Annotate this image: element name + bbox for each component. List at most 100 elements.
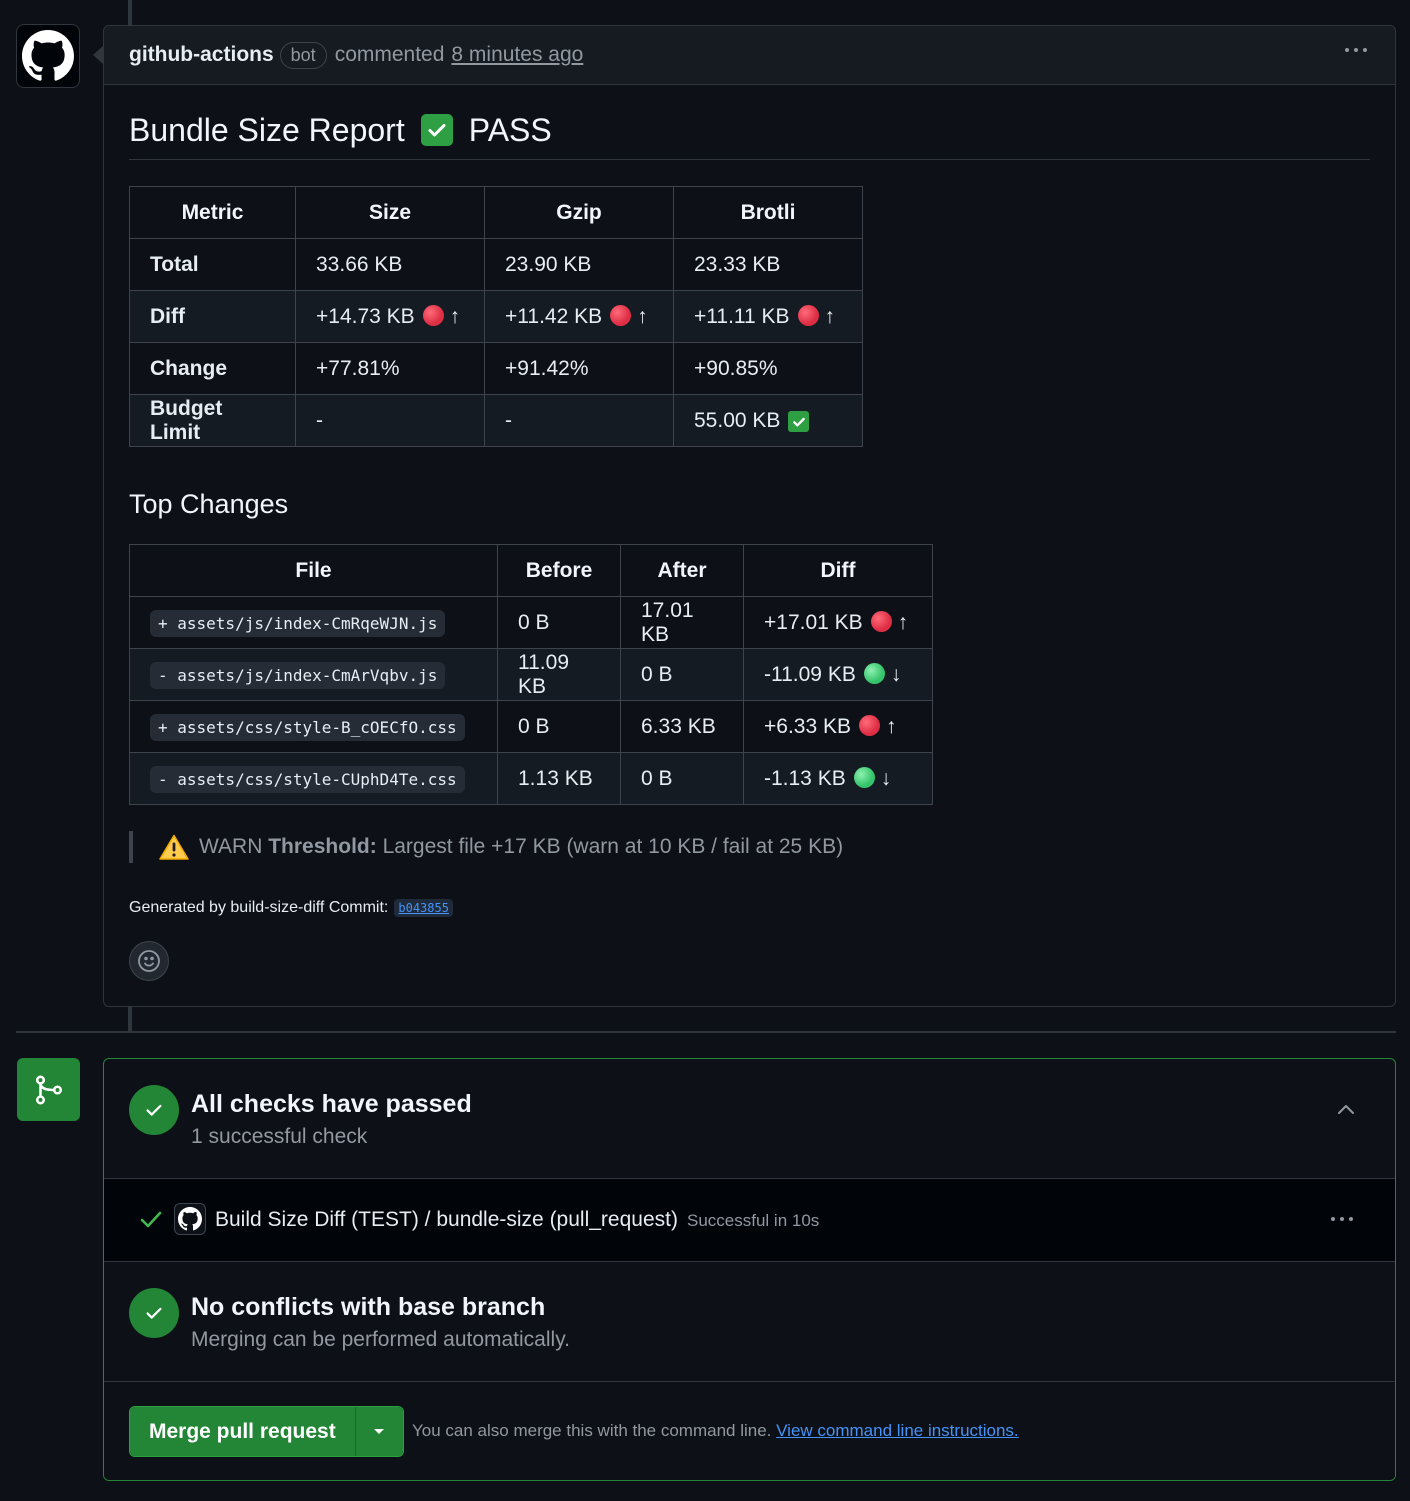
file-path: + assets/css/style-B_cOECfO.css (150, 713, 465, 741)
metric-value-text: 55.00 KB (694, 408, 781, 432)
arrow-down-icon: ↓ (880, 766, 892, 790)
check-mark-icon (788, 411, 810, 432)
command-line-instructions-link[interactable]: View command line instructions. (776, 1421, 1019, 1440)
check-icon (140, 1211, 162, 1228)
comment-author[interactable]: github-actions (129, 43, 274, 67)
checks-title: All checks have passed (191, 1090, 472, 1118)
column-header: Diff (743, 544, 933, 597)
check-mark-icon (420, 114, 453, 146)
avatar[interactable] (16, 24, 80, 88)
report-title: Bundle Size Report PASS (129, 111, 1370, 160)
caret-down-icon (374, 1428, 385, 1434)
green-circle-icon (853, 766, 875, 788)
comment-body: Bundle Size Report PASS Metric Size Gzip… (104, 85, 1395, 981)
metric-value: 55.00 KB (673, 394, 863, 447)
metric-name: Diff (129, 290, 296, 343)
check-menu-button[interactable] (1331, 1217, 1353, 1221)
conflicts-subtitle: Merging can be performed automatically. (191, 1328, 570, 1351)
metric-value-text: +11.11 KB (694, 304, 790, 328)
files-table: File Before After Diff + assets/js/index… (129, 544, 933, 805)
column-header: Size (295, 186, 485, 239)
file-cell: + assets/css/style-B_cOECfO.css (129, 700, 498, 753)
metric-value: +14.73 KB ↑ (295, 290, 485, 343)
file-path: - assets/css/style-CUphD4Te.css (150, 765, 465, 793)
arrow-down-icon: ↓ (890, 662, 902, 686)
report-status: PASS (468, 111, 552, 148)
chevron-up-icon[interactable] (1337, 1103, 1355, 1115)
arrow-up-icon: ↑ (449, 304, 461, 328)
column-header: Before (497, 544, 621, 597)
commit-sha-link[interactable]: b043855 (394, 899, 453, 917)
comment: github-actions bot commented 8 minutes a… (103, 25, 1396, 1007)
arrow-up-icon: ↑ (824, 304, 836, 328)
warning-text: Largest file +17 KB (warn at 10 KB / fai… (382, 835, 844, 858)
conflicts-section: No conflicts with base branch Merging ca… (104, 1262, 1395, 1382)
column-header: Gzip (484, 186, 674, 239)
checks-subtitle: 1 successful check (191, 1125, 368, 1148)
table-row: + assets/js/index-CmRqeWJN.js 0 B 17.01 … (129, 596, 933, 649)
table-row: Diff +14.73 KB ↑ +11.42 KB ↑ +11.11 KB ↑ (129, 290, 863, 343)
warning-label: Threshold: (268, 835, 377, 858)
after-value: 0 B (620, 648, 744, 701)
comment-pointer (93, 46, 103, 64)
metric-value: +77.81% (295, 342, 485, 395)
file-cell: - assets/css/style-CUphD4Te.css (129, 752, 498, 805)
metric-value-text: +11.42 KB (505, 304, 603, 328)
check-run-row[interactable]: Build Size Diff (TEST) / bundle-size (pu… (104, 1179, 1395, 1262)
github-icon (22, 30, 74, 81)
before-value: 11.09 KB (497, 648, 621, 701)
after-value: 0 B (620, 752, 744, 805)
file-cell: - assets/js/index-CmArVqbv.js (129, 648, 498, 701)
diff-value: +17.01 KB ↑ (743, 596, 933, 649)
metric-value: +11.11 KB ↑ (673, 290, 863, 343)
diff-value-text: -11.09 KB (764, 662, 856, 686)
check-circle-icon (129, 1288, 179, 1338)
checks-summary[interactable]: All checks have passed 1 successful chec… (104, 1059, 1395, 1179)
after-value: 17.01 KB (620, 596, 744, 649)
metric-name: Change (129, 342, 296, 395)
merge-hint: You can also merge this with the command… (412, 1421, 1019, 1441)
arrow-up-icon: ↑ (637, 304, 648, 328)
check-name[interactable]: Build Size Diff (TEST) / bundle-size (pu… (215, 1208, 678, 1232)
file-path: + assets/js/index-CmRqeWJN.js (150, 609, 446, 637)
timeline-line (128, 1007, 132, 1031)
green-circle-icon (863, 662, 885, 684)
merge-button-group: Merge pull request (129, 1406, 404, 1457)
arrow-up-icon: ↑ (885, 714, 897, 738)
comment-time-link[interactable]: 8 minutes ago (451, 43, 583, 67)
metric-value: +91.42% (484, 342, 674, 395)
conflicts-title: No conflicts with base branch (191, 1293, 546, 1321)
metric-name: Budget Limit (129, 394, 296, 447)
red-circle-icon (870, 610, 892, 632)
before-value: 1.13 KB (497, 752, 621, 805)
diff-value-text: +6.33 KB (764, 714, 851, 738)
generated-footer: Generated by build-size-diff Commit: b04… (129, 899, 1370, 917)
metric-value: - (295, 394, 485, 447)
warning-level: WARN (199, 835, 263, 858)
table-row: + assets/css/style-B_cOECfO.css 0 B 6.33… (129, 700, 933, 753)
after-value: 6.33 KB (620, 700, 744, 753)
add-reaction-button[interactable] (129, 941, 169, 981)
metric-value: 23.90 KB (484, 238, 674, 291)
diff-value: -11.09 KB ↓ (743, 648, 933, 701)
merge-box: All checks have passed 1 successful chec… (103, 1058, 1396, 1481)
table-row: Budget Limit - - 55.00 KB (129, 394, 863, 447)
timeline-line (128, 0, 132, 25)
metric-value: - (484, 394, 674, 447)
metric-value-text: +14.73 KB (316, 304, 415, 328)
table-row: - assets/js/index-CmArVqbv.js 11.09 KB 0… (129, 648, 933, 701)
warning-icon (159, 834, 189, 860)
diff-value: -1.13 KB ↓ (743, 752, 933, 805)
arrow-up-icon: ↑ (897, 610, 909, 634)
merge-options-dropdown[interactable] (354, 1407, 403, 1456)
smiley-icon (138, 950, 160, 972)
table-row: Change +77.81% +91.42% +90.85% (129, 342, 863, 395)
red-circle-icon (797, 304, 819, 326)
file-cell: + assets/js/index-CmRqeWJN.js (129, 596, 498, 649)
comment-menu-button[interactable] (1345, 48, 1367, 52)
merge-pull-request-button[interactable]: Merge pull request (130, 1407, 355, 1456)
column-header: File (129, 544, 498, 597)
metrics-table: Metric Size Gzip Brotli Total 33.66 KB 2… (129, 186, 863, 447)
github-icon (174, 1203, 206, 1235)
check-status: Successful in 10s (687, 1211, 820, 1230)
